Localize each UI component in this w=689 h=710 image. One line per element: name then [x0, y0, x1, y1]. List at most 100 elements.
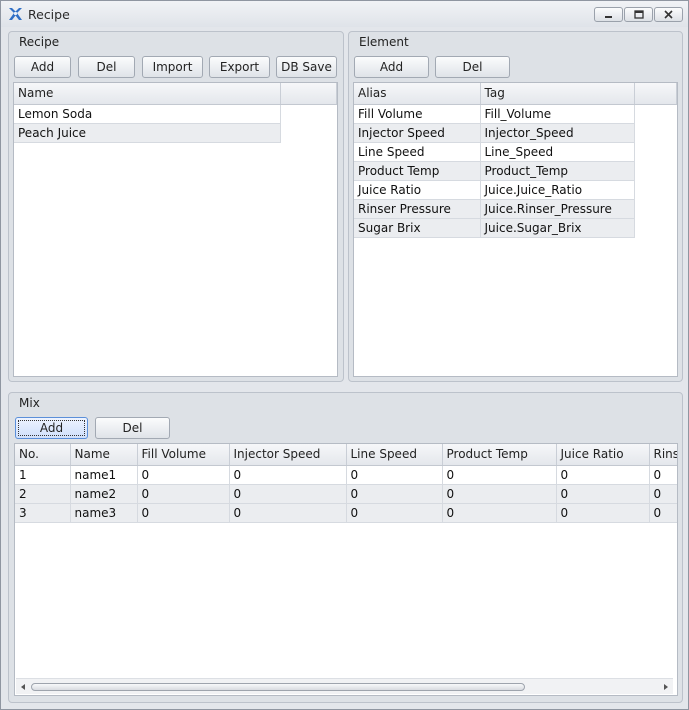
- mix-cell[interactable]: name2: [70, 484, 138, 504]
- mix-column-header-rinser-pressure[interactable]: Rinser Pressure: [649, 444, 677, 466]
- mix-panel: Mix Add Del No. Name Fill Volume Injecto…: [8, 392, 683, 703]
- table-row[interactable]: 3 name3 0 0 0 0 0 0: [15, 503, 677, 523]
- table-row[interactable]: Lemon Soda: [14, 104, 336, 124]
- element-alias-cell[interactable]: Sugar Brix: [354, 218, 481, 238]
- table-row[interactable]: Sugar Brix Juice.Sugar_Brix: [354, 218, 676, 238]
- close-button[interactable]: [654, 7, 683, 22]
- element-alias-cell[interactable]: Fill Volume: [354, 104, 481, 124]
- mix-cell[interactable]: 2: [15, 484, 71, 504]
- mix-cell[interactable]: name3: [70, 503, 138, 523]
- recipe-column-header-filler: [280, 83, 337, 105]
- mix-column-header-name[interactable]: Name: [70, 444, 138, 466]
- mix-cell[interactable]: 0: [556, 503, 650, 523]
- mix-cell[interactable]: 0: [229, 503, 347, 523]
- element-alias-cell[interactable]: Line Speed: [354, 142, 481, 162]
- element-alias-cell[interactable]: Rinser Pressure: [354, 199, 481, 219]
- element-panel-title: Element: [359, 35, 409, 49]
- mix-cell[interactable]: 0: [442, 484, 557, 504]
- mix-panel-title: Mix: [19, 396, 40, 410]
- recipe-name-cell[interactable]: Peach Juice: [14, 123, 281, 143]
- mix-cell[interactable]: 0: [442, 503, 557, 523]
- mix-cell[interactable]: 0: [556, 465, 650, 485]
- mix-cell[interactable]: 0: [229, 465, 347, 485]
- element-add-button[interactable]: Add: [354, 56, 429, 78]
- mix-cell[interactable]: 0: [649, 503, 677, 523]
- element-tag-cell[interactable]: Juice.Sugar_Brix: [480, 218, 635, 238]
- mix-cell[interactable]: 0: [442, 465, 557, 485]
- mix-column-header-line-speed[interactable]: Line Speed: [346, 444, 443, 466]
- mix-column-header-fill-volume[interactable]: Fill Volume: [137, 444, 230, 466]
- mix-cell[interactable]: 0: [137, 503, 230, 523]
- table-row[interactable]: Injector Speed Injector_Speed: [354, 123, 676, 143]
- table-row[interactable]: Juice Ratio Juice.Juice_Ratio: [354, 180, 676, 200]
- recipe-table: Name Lemon Soda Peach Juice: [14, 83, 337, 143]
- mix-cell[interactable]: 0: [556, 484, 650, 504]
- mix-column-header-juice-ratio[interactable]: Juice Ratio: [556, 444, 650, 466]
- recipe-export-button[interactable]: Export: [209, 56, 270, 78]
- minimize-icon: [605, 16, 612, 18]
- recipe-window: Recipe Recipe Add Del Import Export DB S…: [0, 0, 689, 710]
- mix-horizontal-scroll-thumb[interactable]: [31, 683, 525, 691]
- close-icon: [664, 10, 673, 19]
- table-row[interactable]: Product Temp Product_Temp: [354, 161, 676, 181]
- mix-cell[interactable]: name1: [70, 465, 138, 485]
- mix-table: No. Name Fill Volume Injector Speed Line…: [15, 444, 677, 523]
- mix-cell[interactable]: 1: [15, 465, 71, 485]
- scroll-left-arrow-icon[interactable]: [18, 682, 28, 692]
- element-alias-cell[interactable]: Juice Ratio: [354, 180, 481, 200]
- recipe-panel-title: Recipe: [19, 35, 60, 49]
- element-tag-cell[interactable]: Juice.Rinser_Pressure: [480, 199, 635, 219]
- mix-del-button[interactable]: Del: [95, 417, 170, 439]
- mix-cell[interactable]: 0: [346, 503, 443, 523]
- mix-cell[interactable]: 0: [346, 465, 443, 485]
- window-title: Recipe: [28, 7, 70, 22]
- recipe-db-save-button[interactable]: DB Save: [276, 56, 337, 78]
- mix-column-header-product-temp[interactable]: Product Temp: [442, 444, 557, 466]
- app-logo-icon: [9, 8, 22, 20]
- mix-cell[interactable]: 0: [137, 484, 230, 504]
- element-del-button[interactable]: Del: [435, 56, 510, 78]
- table-row[interactable]: Fill Volume Fill_Volume: [354, 104, 676, 124]
- table-row[interactable]: Rinser Pressure Juice.Rinser_Pressure: [354, 199, 676, 219]
- element-column-header-alias[interactable]: Alias: [354, 83, 481, 105]
- table-row[interactable]: 1 name1 0 0 0 0 0 0: [15, 465, 677, 485]
- recipe-column-header-name[interactable]: Name: [14, 83, 281, 105]
- table-row[interactable]: 2 name2 0 0 0 0 0 0: [15, 484, 677, 504]
- recipe-import-button[interactable]: Import: [142, 56, 203, 78]
- mix-cell[interactable]: 3: [15, 503, 71, 523]
- recipe-panel: Recipe Add Del Import Export DB Save Nam…: [8, 31, 344, 382]
- element-panel: Element Add Del Alias Tag Fill Volume Fil…: [348, 31, 683, 382]
- element-column-header-tag[interactable]: Tag: [480, 83, 635, 105]
- mix-column-header-injector-speed[interactable]: Injector Speed: [229, 444, 347, 466]
- recipe-name-cell[interactable]: Lemon Soda: [14, 104, 281, 124]
- title-bar[interactable]: Recipe: [1, 1, 688, 27]
- element-tag-cell[interactable]: Fill_Volume: [480, 104, 635, 124]
- mix-grid[interactable]: No. Name Fill Volume Injector Speed Line…: [14, 443, 678, 696]
- element-column-header-filler: [634, 83, 677, 105]
- mix-horizontal-scrollbar[interactable]: [16, 678, 673, 694]
- mix-cell[interactable]: 0: [346, 484, 443, 504]
- mix-column-header-no[interactable]: No.: [15, 444, 71, 466]
- mix-cell[interactable]: 0: [229, 484, 347, 504]
- element-tag-cell[interactable]: Juice.Juice_Ratio: [480, 180, 635, 200]
- recipe-del-button[interactable]: Del: [78, 56, 135, 78]
- maximize-button[interactable]: [624, 7, 653, 22]
- mix-cell[interactable]: 0: [649, 484, 677, 504]
- mix-add-button[interactable]: Add: [15, 417, 88, 439]
- table-row[interactable]: Line Speed Line_Speed: [354, 142, 676, 162]
- element-grid[interactable]: Alias Tag Fill Volume Fill_Volume Injecto…: [353, 82, 678, 377]
- recipe-add-button[interactable]: Add: [14, 56, 71, 78]
- maximize-icon: [633, 10, 644, 19]
- recipe-grid[interactable]: Name Lemon Soda Peach Juice: [13, 82, 338, 377]
- element-alias-cell[interactable]: Injector Speed: [354, 123, 481, 143]
- element-tag-cell[interactable]: Product_Temp: [480, 161, 635, 181]
- element-tag-cell[interactable]: Injector_Speed: [480, 123, 635, 143]
- mix-cell[interactable]: 0: [137, 465, 230, 485]
- mix-cell[interactable]: 0: [649, 465, 677, 485]
- element-table: Alias Tag Fill Volume Fill_Volume Injecto…: [354, 83, 677, 238]
- minimize-button[interactable]: [594, 7, 623, 22]
- scroll-right-arrow-icon[interactable]: [661, 682, 671, 692]
- table-row[interactable]: Peach Juice: [14, 123, 336, 143]
- element-alias-cell[interactable]: Product Temp: [354, 161, 481, 181]
- element-tag-cell[interactable]: Line_Speed: [480, 142, 635, 162]
